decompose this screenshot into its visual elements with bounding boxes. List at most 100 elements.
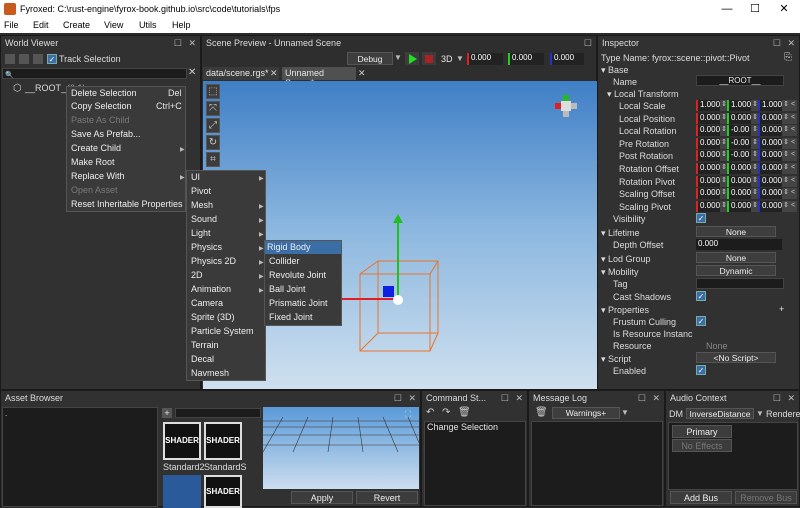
submenu-item-terrain[interactable]: Terrain bbox=[189, 339, 219, 352]
command-entry[interactable]: Change Selection bbox=[425, 422, 498, 432]
section-mobility[interactable]: ▾ Mobility bbox=[601, 267, 639, 278]
submenu-item-prismatic-joint[interactable]: Prismatic Joint bbox=[267, 297, 328, 310]
bus-primary[interactable]: Primary bbox=[672, 425, 732, 438]
navmesh-tool-icon[interactable]: ⌗ bbox=[206, 152, 220, 167]
add-bus-button[interactable]: Add Bus bbox=[670, 491, 732, 504]
rotate-tool-icon[interactable]: ↻ bbox=[206, 135, 220, 150]
transform-y-input[interactable]: 0.000 bbox=[727, 188, 751, 200]
visibility-checkbox[interactable]: ✓ bbox=[696, 213, 706, 223]
remove-bus-button[interactable]: Remove Bus bbox=[735, 491, 797, 504]
select-tool-icon[interactable]: ⬚ bbox=[206, 84, 220, 99]
camera-z-input[interactable]: 0.000 bbox=[550, 53, 584, 65]
tag-input[interactable] bbox=[696, 278, 784, 289]
menu-edit[interactable]: Edit bbox=[33, 20, 49, 30]
asset-thumbnail-blue[interactable] bbox=[163, 475, 201, 508]
add-property-icon[interactable]: + bbox=[779, 304, 784, 314]
transform-z-input[interactable]: 0.000 bbox=[758, 188, 782, 200]
transform-x-input[interactable]: 1.000 bbox=[696, 100, 720, 111]
transform-y-input[interactable]: -0.00 bbox=[727, 150, 751, 162]
menu-item-delete-selection[interactable]: Delete Selection bbox=[69, 87, 137, 100]
submenu-item-ball-joint[interactable]: Ball Joint bbox=[267, 283, 306, 296]
section-properties[interactable]: ▾ Properties bbox=[601, 305, 649, 316]
transform-x-input[interactable]: 0.000 bbox=[696, 175, 720, 187]
menu-item-copy-selection[interactable]: Copy Selection bbox=[69, 100, 132, 113]
audio-context-maximize-icon[interactable]: ☐ bbox=[773, 393, 781, 404]
redo-icon[interactable]: ↷ bbox=[442, 407, 450, 418]
section-base[interactable]: ▾ Base bbox=[601, 65, 629, 76]
transform-y-input[interactable]: -0.00 bbox=[727, 125, 751, 137]
revert-icon[interactable]: < bbox=[789, 163, 797, 174]
clear-log-icon[interactable]: 🗑 bbox=[535, 407, 548, 418]
transform-z-input[interactable]: 0.000 bbox=[758, 125, 782, 137]
play-button[interactable] bbox=[405, 52, 419, 65]
debug-dropdown-arrow-icon[interactable]: ▼ bbox=[394, 53, 402, 62]
mobility-dropdown[interactable]: Dynamic bbox=[696, 265, 776, 276]
docs-icon[interactable]: ⎘ bbox=[784, 52, 792, 63]
minimize-button[interactable]: — bbox=[713, 2, 741, 16]
message-log-maximize-icon[interactable]: ☐ bbox=[638, 393, 646, 404]
menu-file[interactable]: File bbox=[4, 20, 19, 30]
submenu-item-rigid-body[interactable]: Rigid Body bbox=[265, 241, 341, 254]
submenu-item-revolute-joint[interactable]: Revolute Joint bbox=[267, 269, 326, 282]
submenu-item-collider[interactable]: Collider bbox=[267, 255, 300, 268]
transform-x-input[interactable]: 0.000 bbox=[696, 188, 720, 200]
section-lifetime[interactable]: ▾ Lifetime bbox=[601, 228, 640, 239]
transform-z-input[interactable]: 0.000 bbox=[758, 175, 782, 187]
asset-preview[interactable] bbox=[262, 407, 424, 489]
locate-selection-icon[interactable] bbox=[33, 54, 43, 64]
revert-button[interactable]: Revert bbox=[356, 491, 418, 504]
distance-model-arrow-icon[interactable]: ▼ bbox=[756, 409, 764, 418]
submenu-item-light[interactable]: Light bbox=[189, 227, 211, 240]
submenu-item-navmesh[interactable]: Navmesh bbox=[189, 367, 229, 380]
transform-y-input[interactable]: 0.000 bbox=[727, 200, 751, 212]
section-script[interactable]: ▾ Script bbox=[601, 354, 631, 365]
camera-y-input[interactable]: 0.000 bbox=[508, 53, 544, 65]
world-viewer-maximize-icon[interactable]: ☐ bbox=[174, 38, 182, 49]
transform-y-input[interactable]: 0.000 bbox=[727, 112, 751, 124]
clear-search-icon[interactable]: ✕ bbox=[188, 67, 196, 78]
submenu-item-mesh[interactable]: Mesh bbox=[189, 199, 213, 212]
menu-item-replace-with[interactable]: Replace With bbox=[69, 170, 125, 183]
move-tool-icon[interactable]: ⤧ bbox=[206, 101, 220, 116]
submenu-item-animation[interactable]: Animation bbox=[189, 283, 231, 296]
clear-history-icon[interactable]: 🗑 bbox=[458, 407, 471, 418]
scene-preview-maximize-icon[interactable]: ☐ bbox=[584, 38, 592, 49]
menu-view[interactable]: View bbox=[104, 20, 123, 30]
expand-all-icon[interactable] bbox=[19, 54, 29, 64]
section-lod-group[interactable]: ▾ Lod Group bbox=[601, 254, 651, 265]
submenu-item-pivot[interactable]: Pivot bbox=[189, 185, 211, 198]
transform-y-input[interactable]: 0.000 bbox=[727, 163, 751, 174]
asset-thumbnail[interactable]: SHADER bbox=[204, 475, 242, 508]
tab-unnamed-scene[interactable]: Unnamed Scene* bbox=[282, 67, 356, 88]
camera-x-input[interactable]: 0.000 bbox=[467, 53, 503, 65]
track-selection-checkbox[interactable]: ✓ bbox=[47, 54, 57, 64]
undo-icon[interactable]: ↶ bbox=[426, 407, 434, 418]
transform-x-input[interactable]: 0.000 bbox=[696, 125, 720, 137]
transform-x-input[interactable]: 0.000 bbox=[696, 150, 720, 162]
world-viewer-close-icon[interactable]: ✕ bbox=[188, 38, 196, 49]
world-search-input[interactable]: 🔍 bbox=[2, 68, 187, 79]
lod-group-dropdown[interactable]: None bbox=[696, 252, 776, 263]
frustum-culling-checkbox[interactable]: ✓ bbox=[696, 316, 706, 326]
close-button[interactable]: ✕ bbox=[770, 2, 798, 16]
revert-icon[interactable]: < bbox=[789, 175, 797, 187]
name-input[interactable]: __ROOT__ bbox=[696, 75, 784, 86]
filter-arrow-icon[interactable]: ▼ bbox=[621, 408, 629, 417]
submenu-item-fixed-joint[interactable]: Fixed Joint bbox=[267, 311, 313, 324]
transform-z-input[interactable]: 0.000 bbox=[758, 200, 782, 212]
inspector-close-icon[interactable]: ✕ bbox=[787, 38, 795, 49]
submenu-item-sprite[interactable]: Sprite (3D) bbox=[189, 311, 235, 324]
command-stack-maximize-icon[interactable]: ☐ bbox=[501, 393, 509, 404]
menu-help[interactable]: Help bbox=[172, 20, 191, 30]
transform-z-input[interactable]: 0.000 bbox=[758, 163, 782, 174]
transform-z-input[interactable]: 0.000 bbox=[758, 112, 782, 124]
tab-unnamed-close-icon[interactable]: ✕ bbox=[358, 68, 366, 79]
submenu-item-decal[interactable]: Decal bbox=[189, 353, 214, 366]
mode-3d-label[interactable]: 3D bbox=[441, 54, 453, 64]
folder-tree[interactable]: . bbox=[2, 407, 158, 507]
audio-context-close-icon[interactable]: ✕ bbox=[787, 393, 795, 404]
transform-x-input[interactable]: 0.000 bbox=[696, 163, 720, 174]
add-asset-icon[interactable]: + bbox=[162, 408, 172, 418]
revert-icon[interactable]: < bbox=[789, 137, 797, 149]
menu-utils[interactable]: Utils bbox=[139, 20, 157, 30]
